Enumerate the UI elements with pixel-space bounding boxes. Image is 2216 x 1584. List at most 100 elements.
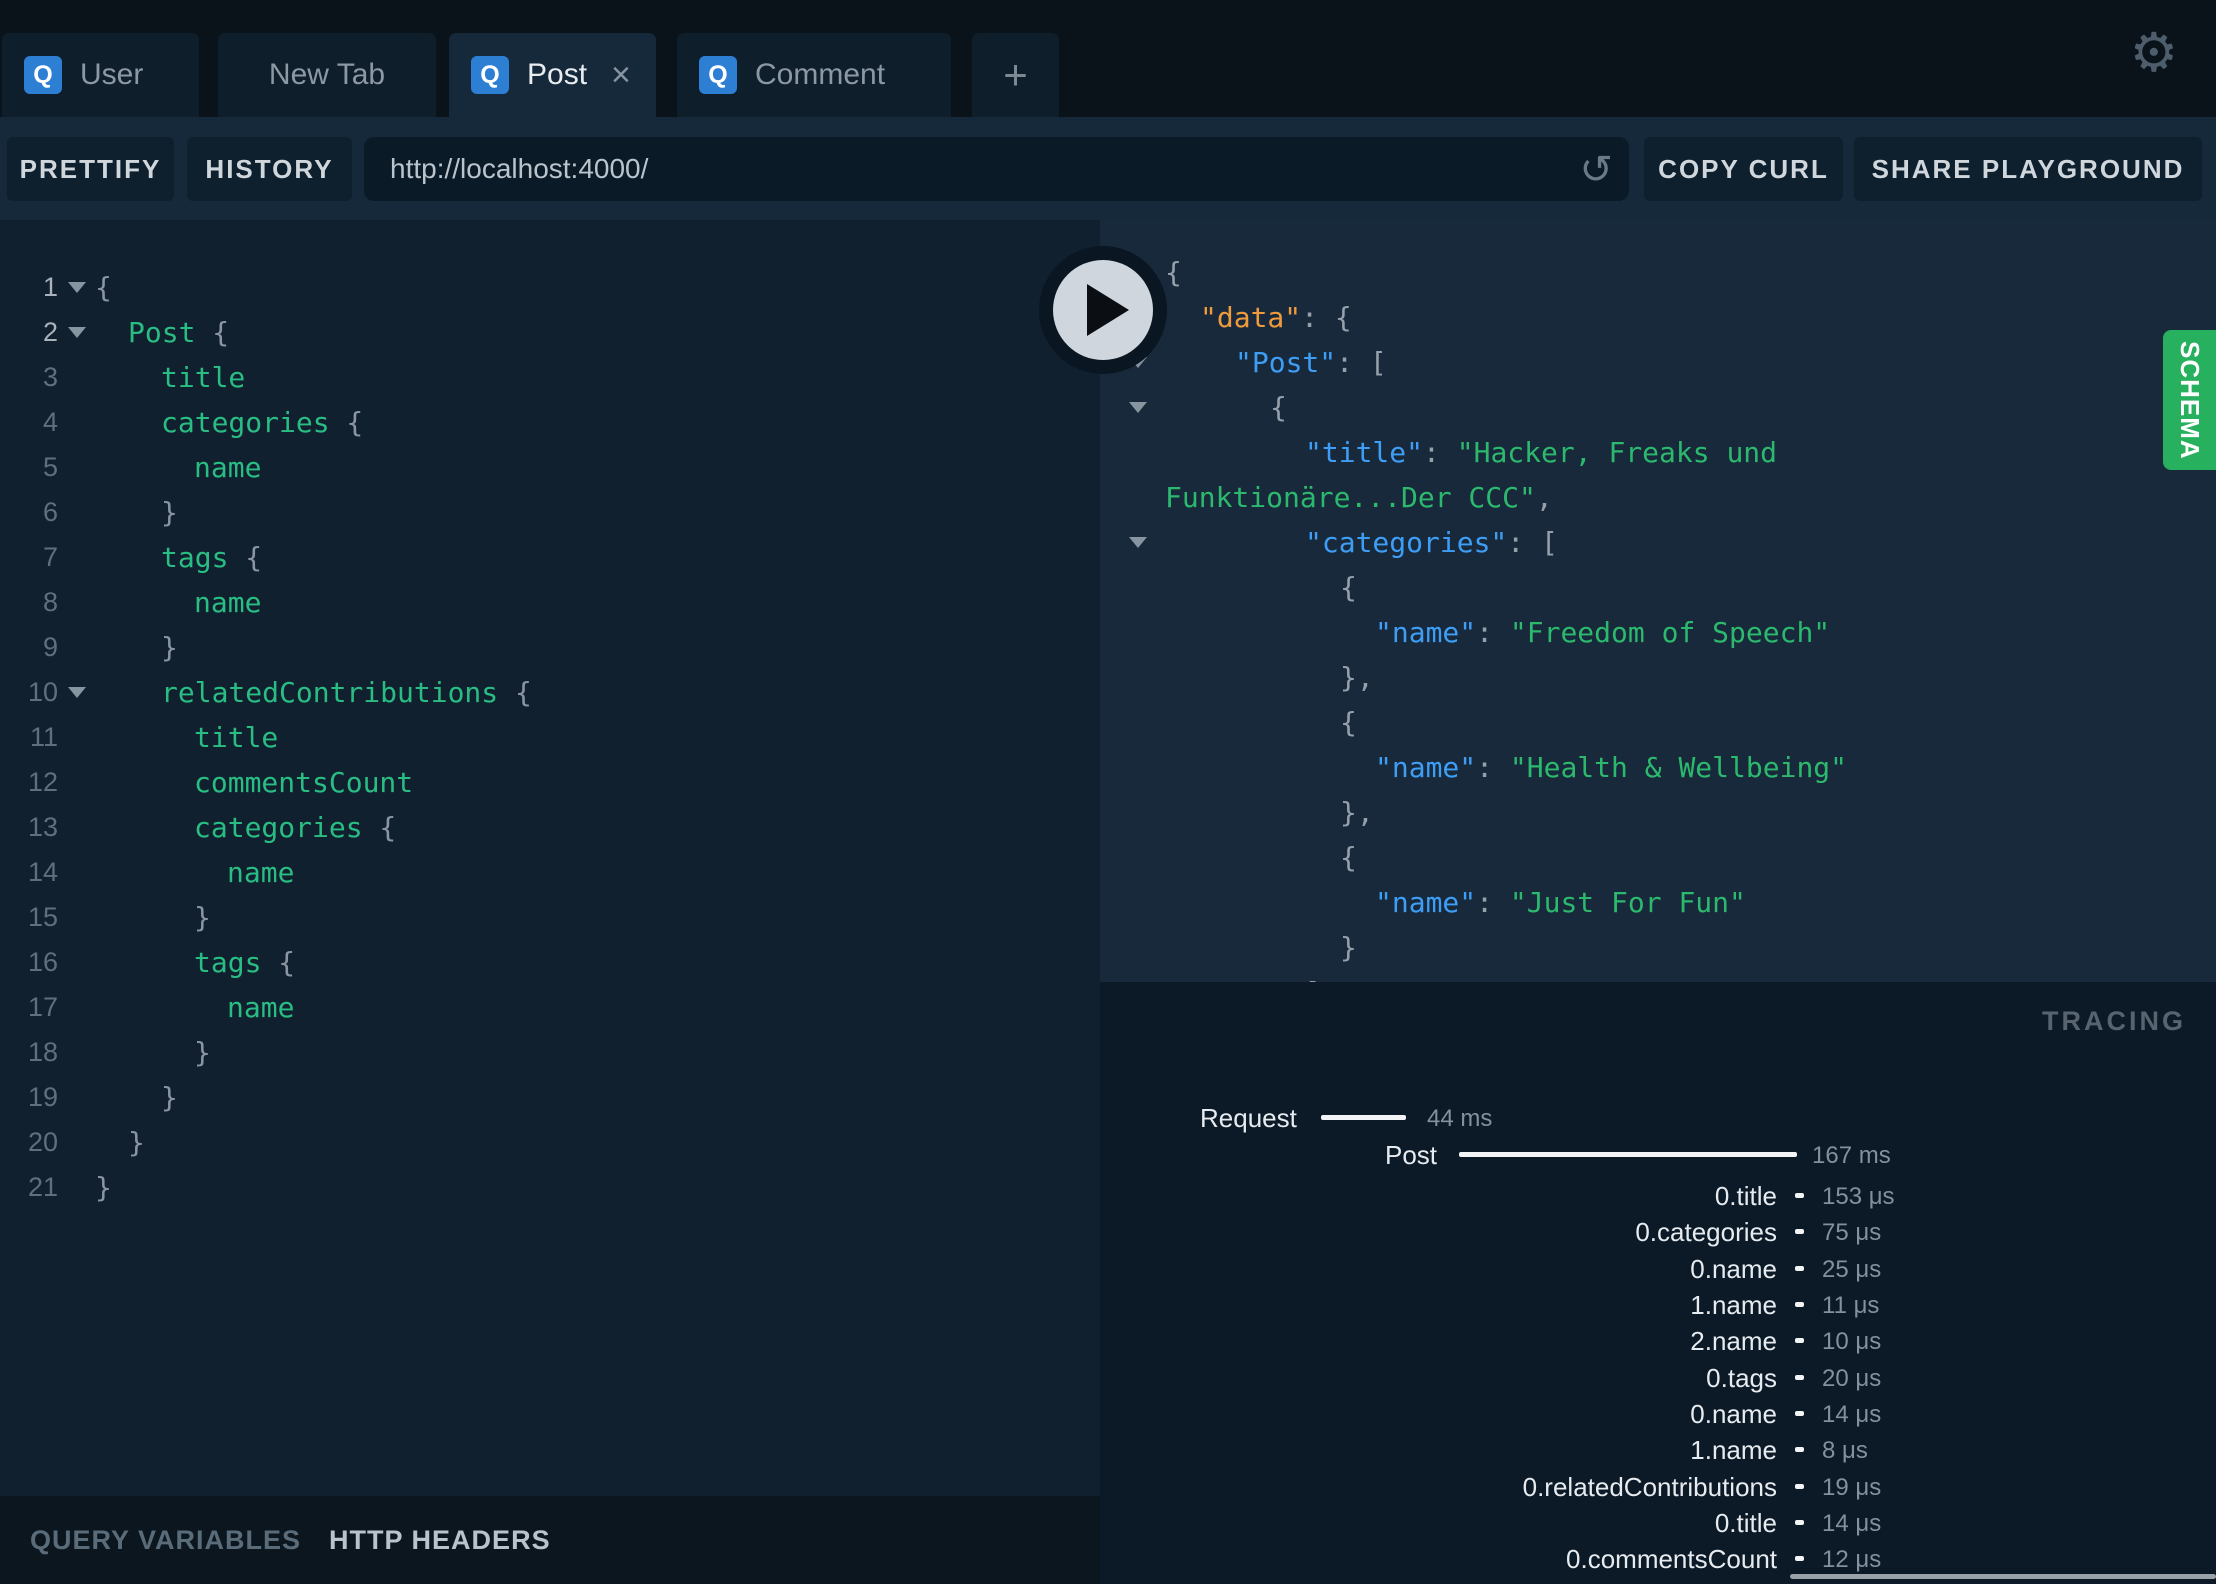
graphql-playground-window: Q User New Tab Q Post × Q Comment + ⚙ PR… bbox=[0, 0, 2216, 1584]
line-number: 9 bbox=[42, 632, 58, 662]
tab-post[interactable]: Q Post × bbox=[449, 33, 656, 117]
fold-gutter bbox=[58, 625, 95, 670]
fold-gutter bbox=[1100, 700, 1147, 745]
editor-line[interactable]: 13 categories { bbox=[0, 805, 1100, 850]
editor-line[interactable]: 1{ bbox=[0, 265, 1100, 310]
line-number: 1 bbox=[42, 272, 58, 302]
editor-line[interactable]: 21} bbox=[0, 1165, 1100, 1210]
http-headers-toggle[interactable]: HTTP HEADERS bbox=[329, 1525, 551, 1556]
editor-line[interactable]: 10 relatedContributions { bbox=[0, 670, 1100, 715]
query-variables-toggle[interactable]: QUERY VARIABLES bbox=[30, 1525, 301, 1556]
trace-row: 1.name 11 μs bbox=[1100, 1289, 2216, 1321]
fold-gutter bbox=[1100, 610, 1147, 655]
fold-gutter bbox=[58, 985, 95, 1030]
execute-query-button[interactable] bbox=[1039, 246, 1167, 374]
response-line: "name": "Just For Fun" bbox=[1100, 880, 2216, 925]
trace-duration-value: 14 μs bbox=[1822, 1510, 1882, 1537]
new-tab-button[interactable]: + bbox=[972, 33, 1059, 117]
history-button[interactable]: HISTORY bbox=[187, 137, 352, 201]
share-playground-button[interactable]: SHARE PLAYGROUND bbox=[1854, 137, 2202, 201]
reload-schema-icon[interactable]: ↺ bbox=[1579, 147, 1613, 193]
trace-label: 0.name bbox=[1690, 1399, 1777, 1429]
prettify-button[interactable]: PRETTIFY bbox=[7, 137, 174, 201]
line-number: 10 bbox=[27, 677, 58, 707]
editor-line[interactable]: 2 Post { bbox=[0, 310, 1100, 355]
trace-duration-bar bbox=[1795, 1484, 1804, 1489]
code-text: name bbox=[227, 991, 295, 1024]
trace-duration-value: 75 μs bbox=[1822, 1219, 1882, 1246]
editor-footer-bar: QUERY VARIABLES HTTP HEADERS bbox=[0, 1496, 1100, 1584]
code-text: title bbox=[161, 361, 246, 394]
trace-label: 0.title bbox=[1714, 1508, 1777, 1538]
fold-gutter bbox=[1100, 745, 1147, 790]
fold-gutter bbox=[58, 715, 95, 760]
code-text: tags { bbox=[194, 946, 296, 979]
tab-new-tab[interactable]: New Tab bbox=[218, 33, 436, 117]
trace-label: Post bbox=[1385, 1140, 1438, 1170]
code-text: "categories": [ bbox=[1305, 526, 1558, 559]
editor-line[interactable]: 5 name bbox=[0, 445, 1100, 490]
editor-line[interactable]: 18} bbox=[0, 1030, 1100, 1075]
schema-side-tab[interactable]: SCHEMA bbox=[2163, 330, 2216, 470]
trace-duration-bar bbox=[1795, 1338, 1804, 1343]
trace-row: 0.title 14 μs bbox=[1100, 1507, 2216, 1539]
response-line: "name": "Freedom of Speech" bbox=[1100, 610, 2216, 655]
response-line: { bbox=[1100, 835, 2216, 880]
trace-duration-value: 10 μs bbox=[1822, 1328, 1882, 1355]
code-text: }, bbox=[1340, 661, 1374, 694]
trace-label: 0.title bbox=[1714, 1181, 1777, 1211]
line-number: 5 bbox=[42, 452, 58, 482]
editor-line[interactable]: 17 name bbox=[0, 985, 1100, 1030]
response-pane: {"data": {"Post": [{"title": "Hacker, Fr… bbox=[1100, 220, 2216, 982]
trace-duration-value: 11 μs bbox=[1822, 1292, 1880, 1319]
fold-arrow-icon[interactable] bbox=[1100, 385, 1147, 430]
fold-gutter bbox=[58, 490, 95, 535]
editor-line[interactable]: 15} bbox=[0, 895, 1100, 940]
tab-user[interactable]: Q User bbox=[2, 33, 199, 117]
response-line: "data": { bbox=[1100, 295, 2216, 340]
trace-duration-bar bbox=[1321, 1115, 1406, 1120]
tab-bar: Q User New Tab Q Post × Q Comment + ⚙ bbox=[0, 0, 2216, 117]
editor-line[interactable]: 4 categories { bbox=[0, 400, 1100, 445]
code-text: commentsCount bbox=[194, 766, 414, 799]
editor-line[interactable]: 7 tags { bbox=[0, 535, 1100, 580]
toolbar: PRETTIFY HISTORY ↺ COPY CURL SHARE PLAYG… bbox=[0, 117, 2216, 220]
trace-label: 0.commentsCount bbox=[1566, 1544, 1777, 1574]
fold-arrow-icon[interactable] bbox=[1100, 520, 1147, 565]
code-text: name bbox=[194, 451, 262, 484]
tab-comment[interactable]: Q Comment bbox=[677, 33, 951, 117]
response-line: "categories": [ bbox=[1100, 520, 2216, 565]
fold-arrow-icon[interactable] bbox=[58, 265, 95, 310]
editor-line[interactable]: 11 title bbox=[0, 715, 1100, 760]
editor-line[interactable]: 20} bbox=[0, 1120, 1100, 1165]
editor-line[interactable]: 16 tags { bbox=[0, 940, 1100, 985]
fold-gutter bbox=[1100, 475, 1147, 520]
fold-arrow-icon[interactable] bbox=[58, 310, 95, 355]
code-text: } bbox=[128, 1126, 145, 1159]
fold-gutter bbox=[58, 895, 95, 940]
query-editor-lines: 1{2 Post {3 title 4 categories { 5 name 6} 7 tags… bbox=[0, 265, 1100, 1210]
endpoint-url-input[interactable] bbox=[364, 152, 1542, 186]
fold-arrow-icon[interactable] bbox=[58, 670, 95, 715]
editor-line[interactable]: 12 commentsCount bbox=[0, 760, 1100, 805]
fold-gutter bbox=[58, 355, 95, 400]
line-number: 4 bbox=[42, 407, 58, 437]
tab-label: Comment bbox=[755, 58, 886, 91]
copy-curl-button[interactable]: COPY CURL bbox=[1644, 137, 1843, 201]
close-tab-icon[interactable]: × bbox=[611, 58, 631, 92]
editor-line[interactable]: 8 name bbox=[0, 580, 1100, 625]
editor-line[interactable]: 14 name bbox=[0, 850, 1100, 895]
response-line: }, bbox=[1100, 790, 2216, 835]
trace-row: 0.name 25 μs bbox=[1100, 1253, 2216, 1285]
editor-line[interactable]: 9} bbox=[0, 625, 1100, 670]
editor-line[interactable]: 6} bbox=[0, 490, 1100, 535]
editor-line[interactable]: 19} bbox=[0, 1075, 1100, 1120]
editor-line[interactable]: 3 title bbox=[0, 355, 1100, 400]
horizontal-scrollbar[interactable] bbox=[1790, 1574, 2216, 1579]
fold-gutter bbox=[1100, 655, 1147, 700]
tracing-panel: TRACING Request 44 ms Post 167 ms 0.title 153… bbox=[1100, 982, 2216, 1584]
response-line: "name": "Health & Wellbeing" bbox=[1100, 745, 2216, 790]
query-editor-pane[interactable]: 1{2 Post {3 title 4 categories { 5 name 6} 7 tags… bbox=[0, 220, 1100, 1584]
trace-duration-value: 25 μs bbox=[1822, 1256, 1882, 1283]
settings-gear-icon[interactable]: ⚙ bbox=[2130, 26, 2178, 80]
